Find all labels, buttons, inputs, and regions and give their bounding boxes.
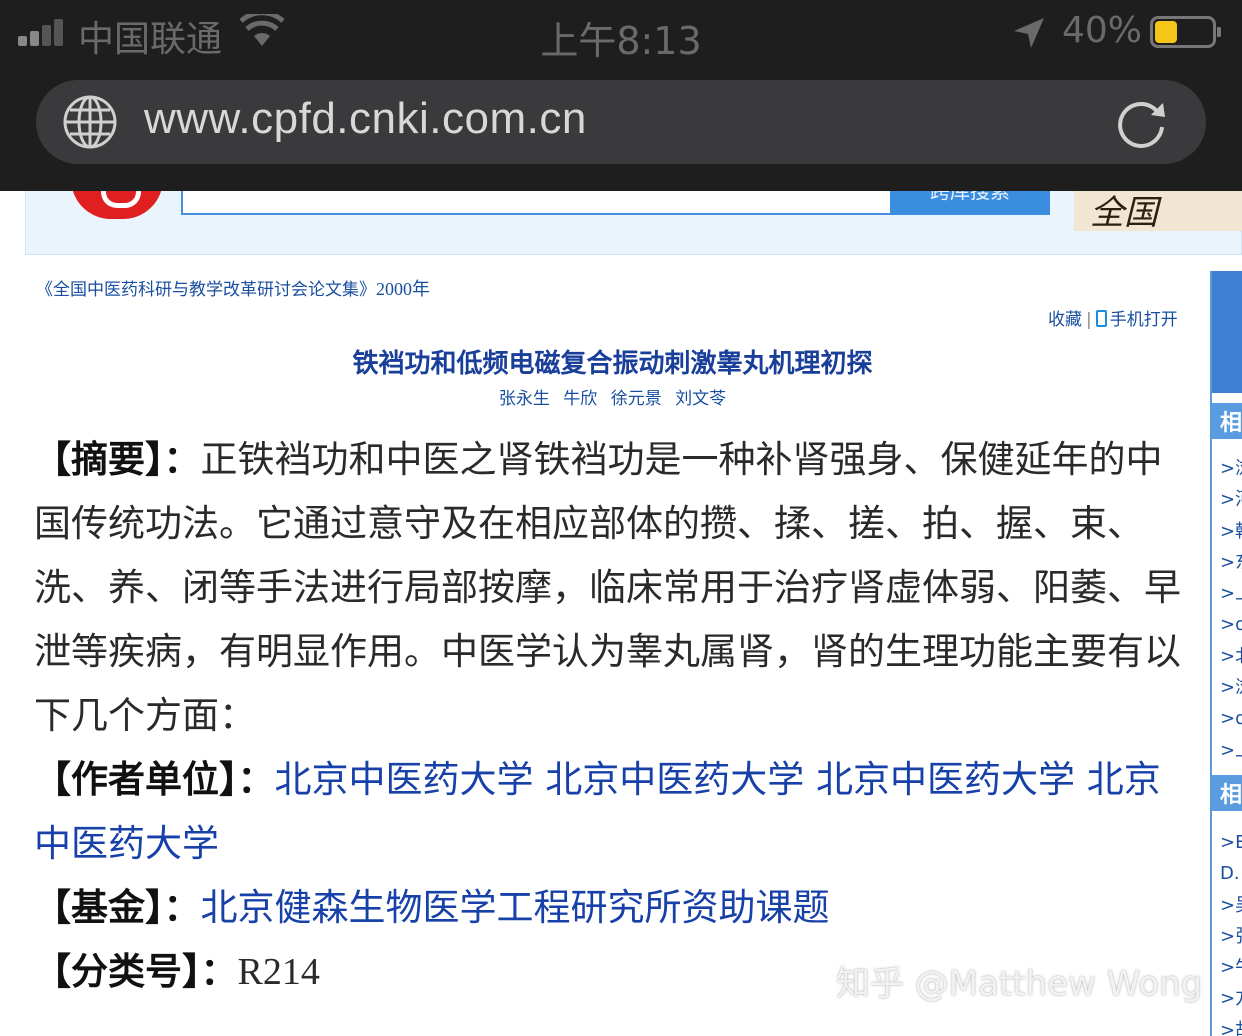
classification-number: R214 — [237, 951, 320, 993]
url-text: www.cpfd.cnki.com.cn — [144, 94, 587, 143]
related-item[interactable]: >韩 — [1220, 516, 1242, 547]
fund-label: 【基金】： — [34, 886, 201, 929]
related-item[interactable]: >d — [1220, 609, 1242, 640]
year-link[interactable]: 2000年 — [376, 279, 430, 299]
location-arrow-icon — [1014, 18, 1044, 48]
related-item[interactable]: >浏 — [1220, 453, 1242, 484]
abstract-section: 【摘要】：正铁裆功和中医之肾铁裆功是一种补肾强身、保健延年的中国传统功法。它通过… — [34, 428, 1194, 748]
related-item[interactable]: >北 — [1220, 641, 1242, 672]
battery-level — [1155, 21, 1177, 43]
mobile-open-link[interactable]: 手机打开 — [1110, 310, 1178, 330]
related-list: >E D. >吴 >张 >牛 >方 >胡 — [1220, 827, 1242, 1036]
abstract-text: 正铁裆功和中医之肾铁裆功是一种补肾强身、保健延年的中国传统功法。它通过意守及在相… — [34, 438, 1181, 737]
related-item[interactable]: >胡 — [1220, 1015, 1242, 1036]
status-time: 上午8:13 — [540, 19, 702, 63]
reload-icon[interactable] — [1112, 94, 1170, 152]
site-header: 跨库搜索 全国 — [25, 179, 1242, 255]
globe-icon — [63, 95, 117, 149]
source-line: 《全国中医药科研与教学改革研讨会论文集》2000年 — [36, 275, 430, 301]
related-item[interactable]: >上 — [1220, 735, 1242, 766]
proceedings-link[interactable]: 《全国中医药科研与教学改革研讨会论文集》 — [36, 280, 376, 300]
affiliation-link[interactable]: 北京中医药大学 — [275, 758, 534, 801]
author-link[interactable]: 刘文苓 — [675, 389, 726, 409]
related-item[interactable]: >E — [1220, 827, 1242, 858]
author-link[interactable]: 张永生 — [499, 389, 550, 409]
related-item[interactable]: >浏 — [1220, 672, 1242, 703]
conference-banner[interactable]: 全国 — [1074, 191, 1242, 231]
author-link[interactable]: 徐元景 — [611, 389, 662, 409]
related-item[interactable]: >上 — [1220, 578, 1242, 609]
battery-percent: 40% — [1062, 10, 1143, 51]
related-item[interactable]: >吴 — [1220, 890, 1242, 921]
related-sidebar: 相 >浏 >河 >韩 >东 >上 >d >北 >浏 >d >上 相 >E D. … — [1210, 271, 1242, 1036]
article-title: 铁裆功和低频电磁复合振动刺激睾丸机理初探 — [352, 349, 873, 379]
browser-chrome: 中国联通 上午8:13 40% www.cpfd.cnki.com.cn — [0, 0, 1242, 191]
affiliation-label: 【作者单位】： — [34, 758, 275, 801]
mobile-phone-icon — [1095, 310, 1107, 327]
affiliation-section: 【作者单位】：北京中医药大学 北京中医药大学 北京中医药大学 北京中医药大学 — [34, 748, 1194, 876]
sidebar-banner[interactable] — [1212, 271, 1242, 393]
fund-link[interactable]: 北京健森生物医学工程研究所资助课题 — [201, 886, 830, 929]
article-body: 【摘要】：正铁裆功和中医之肾铁裆功是一种补肾强身、保健延年的中国传统功法。它通过… — [34, 428, 1194, 1004]
related-item[interactable]: >张 — [1220, 921, 1242, 952]
related-item[interactable]: >东 — [1220, 547, 1242, 578]
affiliation-link[interactable]: 北京中医药大学 — [816, 758, 1075, 801]
related-item[interactable]: >d — [1220, 703, 1242, 734]
favorite-link[interactable]: 收藏 — [1048, 310, 1082, 330]
tools-separator: | — [1086, 310, 1092, 330]
zhihu-watermark: 知乎 @Matthew Wong — [836, 964, 1203, 1004]
fund-section: 【基金】：北京健森生物医学工程研究所资助课题 — [34, 876, 1194, 940]
article-tools: 收藏 | 手机打开 — [1048, 305, 1178, 330]
abstract-label: 【摘要】： — [34, 438, 201, 481]
address-bar[interactable]: www.cpfd.cnki.com.cn — [36, 80, 1206, 164]
affiliation-link[interactable]: 北京中医药大学 — [545, 758, 804, 801]
status-bar: 中国联通 上午8:13 40% — [0, 0, 1242, 66]
battery-icon — [1150, 16, 1221, 48]
classification-label: 【分类号】： — [34, 950, 238, 993]
author-link[interactable]: 牛欣 — [563, 389, 597, 409]
related-heading: 相 — [1212, 403, 1242, 439]
author-list: 张永生 牛欣 徐元景 刘文苓 — [0, 384, 1225, 409]
related-item[interactable]: D. — [1220, 858, 1242, 889]
related-item[interactable]: >牛 — [1220, 952, 1242, 983]
related-heading: 相 — [1212, 775, 1242, 811]
related-item[interactable]: >方 — [1220, 983, 1242, 1014]
related-list: >浏 >河 >韩 >东 >上 >d >北 >浏 >d >上 — [1220, 453, 1242, 766]
related-item[interactable]: >河 — [1220, 484, 1242, 515]
